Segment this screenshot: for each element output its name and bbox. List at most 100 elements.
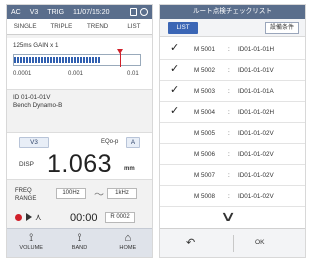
row-separator: : <box>228 151 230 158</box>
measurement-location: ID01-01-01A <box>238 88 274 95</box>
level-bar <box>13 49 141 67</box>
nav-band-label: BAND <box>71 245 88 251</box>
measurement-location: ID01-01-02V <box>238 172 274 179</box>
tuning-fork-icon[interactable]: ⋏ <box>35 212 42 223</box>
checkmark-icon <box>170 168 182 180</box>
measurement-location: ID01-01-02V <box>238 193 274 200</box>
checkmark-icon: ✓ <box>170 105 180 117</box>
play-icon[interactable] <box>26 213 32 221</box>
list-item[interactable]: ✓ M 5001: ID01-01-01H <box>160 39 305 60</box>
freq-range-label: FREQ RANGE <box>15 187 36 203</box>
row-separator: : <box>228 193 230 200</box>
scale-label-max: 0.01 <box>127 71 139 77</box>
freq-high-button[interactable]: 1kHz <box>107 188 137 199</box>
row-separator: : <box>228 130 230 137</box>
channel-button[interactable]: V3 <box>19 137 49 148</box>
measurement-id: M 5008 <box>194 193 216 200</box>
mode-tabs: SINGLE TRIPLE TREND LIST <box>7 19 152 35</box>
device-info: ID 01-01-01V Bench Dynamo-B <box>13 94 62 110</box>
freq-label-line1: FREQ <box>15 188 32 194</box>
trig-indicator: TRIG <box>47 8 65 16</box>
range-tilde: 〜 <box>94 190 104 201</box>
nav-home[interactable]: ⌂ HOME <box>104 229 152 257</box>
row-separator: : <box>228 67 230 74</box>
nav-home-label: HOME <box>119 245 137 251</box>
list-item[interactable]: M 5005: ID01-01-02V <box>160 123 305 144</box>
measurement-id: M 5005 <box>194 130 216 137</box>
mode-indicator: AC <box>11 8 21 16</box>
record-id-button[interactable]: R 0002 <box>105 212 135 223</box>
nav-band[interactable]: ⟟ BAND <box>55 229 103 257</box>
scale-label-min: 0.0001 <box>13 71 32 77</box>
device-name: Bench Dynamo-B <box>13 102 63 109</box>
list-item[interactable]: ✓ M 5004: ID01-01-02H <box>160 102 305 123</box>
band-icon: ⟟ <box>77 232 82 244</box>
record-time: 00:00 <box>70 212 98 224</box>
nav-volume-label: VOLUME <box>19 245 43 251</box>
checkmark-icon <box>170 147 182 159</box>
datetime: 11/07/15:20 <box>73 8 110 16</box>
gain-panel: 125ms GAIN x 1 0.0001 0.001 0.01 <box>7 38 152 90</box>
measurement-id: M 5002 <box>194 67 216 74</box>
checkmark-icon: ✓ <box>170 63 180 75</box>
row-separator: : <box>228 46 230 53</box>
ok-button[interactable]: OK <box>255 239 265 246</box>
footer-divider <box>233 235 234 252</box>
device-id: ID 01-01-01V <box>13 94 51 101</box>
channel-indicator: V3 <box>29 8 39 16</box>
tab-list[interactable]: LIST <box>116 23 152 30</box>
eq-label: EQo-p <box>101 139 119 145</box>
checklist-screen: ルート点検チェックリスト LIST 設備条件 ✓ M 5001: ID01-01-0… <box>159 4 306 258</box>
record-icon[interactable] <box>15 214 22 221</box>
checklist-title: ルート点検チェックリスト <box>160 5 305 19</box>
measurement-location: ID01-01-01H <box>238 46 275 53</box>
measurement-screen: AC V3 TRIG 11/07/15:20 SINGLE TRIPLE TRE… <box>6 4 153 258</box>
checkmark-icon: ✓ <box>170 42 180 54</box>
displacement-panel: V3 EQo-p A DISP 1.063 mm <box>7 132 152 180</box>
eq-mode-button[interactable]: A <box>126 137 140 148</box>
row-separator: : <box>228 172 230 179</box>
tab-trend[interactable]: TREND <box>80 23 116 30</box>
list-item[interactable]: M 5007: ID01-01-02V <box>160 165 305 186</box>
list-item[interactable]: M 5008: ID01-01-02V <box>160 186 305 207</box>
gain-label: 125ms GAIN x 1 <box>13 42 59 49</box>
list-item[interactable]: ✓ M 5003: ID01-01-01A <box>160 81 305 102</box>
freq-label-line2: RANGE <box>15 196 37 202</box>
bottom-nav: ⟟ VOLUME ⟟ BAND ⌂ HOME <box>7 228 152 257</box>
record-row: ⋏ 00:00 R 0002 <box>7 210 152 226</box>
measurement-id: M 5007 <box>194 172 216 179</box>
level-bar-fill <box>14 57 100 63</box>
checklist-toolbar: LIST 設備条件 <box>160 19 305 37</box>
freq-low-button[interactable]: 100Hz <box>56 188 86 199</box>
chevron-down-icon[interactable]: ∨ <box>220 208 236 225</box>
measurement-location: ID01-01-01V <box>238 67 274 74</box>
row-separator: : <box>228 109 230 116</box>
disp-unit: mm <box>124 166 135 172</box>
measurement-location: ID01-01-02H <box>238 109 275 116</box>
measurement-id: M 5001 <box>194 46 216 53</box>
measurement-id: M 5006 <box>194 151 216 158</box>
list-item[interactable]: ✓ M 5002: ID01-01-01V <box>160 60 305 81</box>
checklist-footer: ↶ OK <box>160 228 305 257</box>
checkmark-icon <box>170 126 182 138</box>
measurement-location: ID01-01-02V <box>238 130 274 137</box>
equipment-condition-button[interactable]: 設備条件 <box>265 22 299 34</box>
disp-label: DISP <box>19 161 34 168</box>
back-icon[interactable]: ↶ <box>186 236 195 249</box>
disp-value: 1.063 <box>47 150 113 178</box>
scale-label-mid: 0.001 <box>68 71 84 77</box>
volume-icon: ⟟ <box>29 232 34 244</box>
list-item[interactable]: M 5006: ID01-01-02V <box>160 144 305 165</box>
checklist-rows: ✓ M 5001: ID01-01-01H ✓ M 5002: ID01-01-01V ✓ M… <box>160 39 305 207</box>
peak-marker-line <box>119 53 121 67</box>
settings-icon[interactable] <box>140 8 148 16</box>
measurement-id: M 5004 <box>194 109 216 116</box>
row-separator: : <box>228 88 230 95</box>
measurement-id: M 5003 <box>194 88 216 95</box>
nav-volume[interactable]: ⟟ VOLUME <box>7 229 55 257</box>
list-button[interactable]: LIST <box>168 22 198 34</box>
tab-triple[interactable]: TRIPLE <box>43 23 79 30</box>
checkmark-icon: ✓ <box>170 84 180 96</box>
measurement-location: ID01-01-02V <box>238 151 274 158</box>
tab-single[interactable]: SINGLE <box>7 23 43 30</box>
